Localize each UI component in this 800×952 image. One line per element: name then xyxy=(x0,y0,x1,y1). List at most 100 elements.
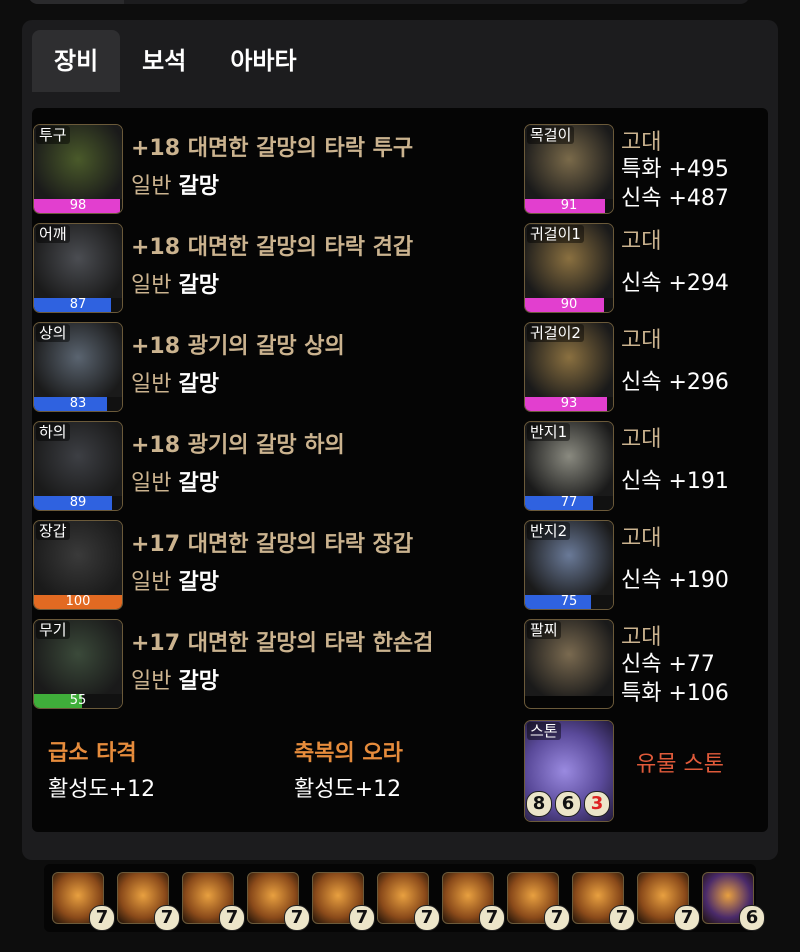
tab-bar: 장비 보석 아바타 xyxy=(32,30,319,92)
bracelet-icon: 팔찌 xyxy=(524,619,614,709)
accessory-stat: 신속 +190 xyxy=(621,568,729,593)
engraving-name: 급소 타격 xyxy=(48,741,137,766)
quality-bar: 91 xyxy=(525,199,613,213)
gem-icon[interactable]: 6 xyxy=(702,872,765,931)
set-name: 갈망 xyxy=(178,669,219,694)
engraving-name: 축복의 오라 xyxy=(294,741,403,766)
slot-label: 귀걸이1 xyxy=(527,225,584,243)
gloves-icon: 장갑 100 xyxy=(33,520,123,610)
tab-equipment[interactable]: 장비 xyxy=(32,30,121,92)
ring-icon: 반지1 77 xyxy=(524,421,614,511)
set-grade: 일반 xyxy=(131,174,179,199)
set-grade: 일반 xyxy=(131,669,179,694)
quality-bar: 100 xyxy=(34,595,122,609)
gem-level: 7 xyxy=(609,905,635,931)
equipment-name: +17 대면한 갈망의 타락 한손검 xyxy=(131,631,434,656)
quality-value: 91 xyxy=(560,198,578,213)
stone-level-chip: 8 xyxy=(526,791,552,817)
equipment-set: 일반 갈망 xyxy=(131,366,219,398)
slot-label: 반지1 xyxy=(527,423,571,441)
quality-bar: 83 xyxy=(34,397,122,411)
gem-icon[interactable]: 7 xyxy=(507,872,570,931)
equipment-name: +18 광기의 갈망 상의 xyxy=(131,334,345,359)
set-name: 갈망 xyxy=(178,471,219,496)
quality-bar: 98 xyxy=(34,199,122,213)
helmet-icon: 투구 98 xyxy=(33,124,123,214)
slot-label: 팔찌 xyxy=(527,621,561,639)
quality-bar: 75 xyxy=(525,595,613,609)
quality-bar: 77 xyxy=(525,496,613,510)
gem-icon[interactable]: 7 xyxy=(117,872,180,931)
gem-icon[interactable]: 7 xyxy=(442,872,505,931)
gem-icon[interactable]: 7 xyxy=(312,872,375,931)
accessory-grade: 고대 xyxy=(621,427,662,452)
quality-value: 83 xyxy=(69,396,87,411)
accessory-grade: 고대 xyxy=(621,526,662,551)
equipment-name: +17 대면한 갈망의 타락 장갑 xyxy=(131,532,414,557)
quality-value: 100 xyxy=(65,594,91,609)
equipment-name: +18 대면한 갈망의 타락 견갑 xyxy=(131,235,414,260)
gem-level: 7 xyxy=(544,905,570,931)
accessory-stat: 신속 +191 xyxy=(621,469,729,494)
shoulder-icon: 어깨 87 xyxy=(33,223,123,313)
accessory-stat: 특화 +106 xyxy=(621,681,729,706)
quality-bar: 93 xyxy=(525,397,613,411)
set-grade: 일반 xyxy=(131,372,179,397)
gem-level: 7 xyxy=(89,905,115,931)
pants-icon: 하의 89 xyxy=(33,421,123,511)
quality-value: 98 xyxy=(69,198,87,213)
engraving-value: 활성도+12 xyxy=(294,777,402,802)
gem-level: 7 xyxy=(674,905,700,931)
quality-value: 89 xyxy=(69,495,87,510)
chest-armor-icon: 상의 83 xyxy=(33,322,123,412)
stone-level-chip: 3 xyxy=(584,791,610,817)
gem-bar: 7 7 7 7 7 7 7 7 7 7 6 xyxy=(44,864,765,932)
quality-value: 87 xyxy=(69,297,87,312)
tab-avatar[interactable]: 아바타 xyxy=(208,30,318,92)
accessory-grade: 고대 xyxy=(621,229,662,254)
slot-label: 반지2 xyxy=(527,522,571,540)
equipment-name: +18 광기의 갈망 하의 xyxy=(131,433,345,458)
slot-label: 상의 xyxy=(36,324,70,342)
gem-icon[interactable]: 7 xyxy=(572,872,635,931)
quality-bar: 87 xyxy=(34,298,122,312)
equipment-set: 일반 갈망 xyxy=(131,663,219,695)
gem-icon[interactable]: 7 xyxy=(637,872,700,931)
accessory-stat: 신속 +77 xyxy=(621,652,715,677)
gem-icon[interactable]: 7 xyxy=(182,872,245,931)
gem-level: 7 xyxy=(479,905,505,931)
gem-icon[interactable]: 7 xyxy=(247,872,310,931)
accessory-stat: 신속 +487 xyxy=(621,186,729,211)
quality-value: 93 xyxy=(560,396,578,411)
quality-value: 90 xyxy=(560,297,578,312)
earring-icon: 귀걸이1 90 xyxy=(524,223,614,313)
necklace-icon: 목걸이 91 xyxy=(524,124,614,214)
gem-level: 7 xyxy=(284,905,310,931)
set-name: 갈망 xyxy=(178,174,219,199)
quality-bar: 55 xyxy=(34,694,122,708)
slot-label: 장갑 xyxy=(36,522,70,540)
accessory-stat: 특화 +495 xyxy=(621,157,729,182)
ring-icon: 반지2 75 xyxy=(524,520,614,610)
set-grade: 일반 xyxy=(131,471,179,496)
quality-bar: 89 xyxy=(34,496,122,510)
previous-section-segment xyxy=(28,0,124,4)
gem-icon[interactable]: 7 xyxy=(377,872,440,931)
quality-value: 77 xyxy=(560,495,578,510)
slot-label: 무기 xyxy=(36,621,70,639)
set-name: 갈망 xyxy=(178,570,219,595)
sword-icon: 무기 55 xyxy=(33,619,123,709)
slot-label: 하의 xyxy=(36,423,70,441)
quality-value: 75 xyxy=(560,594,578,609)
accessory-stat: 신속 +296 xyxy=(621,370,729,395)
gem-level: 7 xyxy=(349,905,375,931)
quality-bar: 90 xyxy=(525,298,613,312)
slot-label: 귀걸이2 xyxy=(527,324,584,342)
gem-level: 7 xyxy=(414,905,440,931)
gem-icon[interactable]: 7 xyxy=(52,872,115,931)
previous-section-bar xyxy=(28,0,750,4)
stone-level-chip: 6 xyxy=(555,791,581,817)
slot-label: 어깨 xyxy=(36,225,70,243)
stone-label: 유물 스톤 xyxy=(636,752,724,777)
tab-gems[interactable]: 보석 xyxy=(120,30,208,92)
